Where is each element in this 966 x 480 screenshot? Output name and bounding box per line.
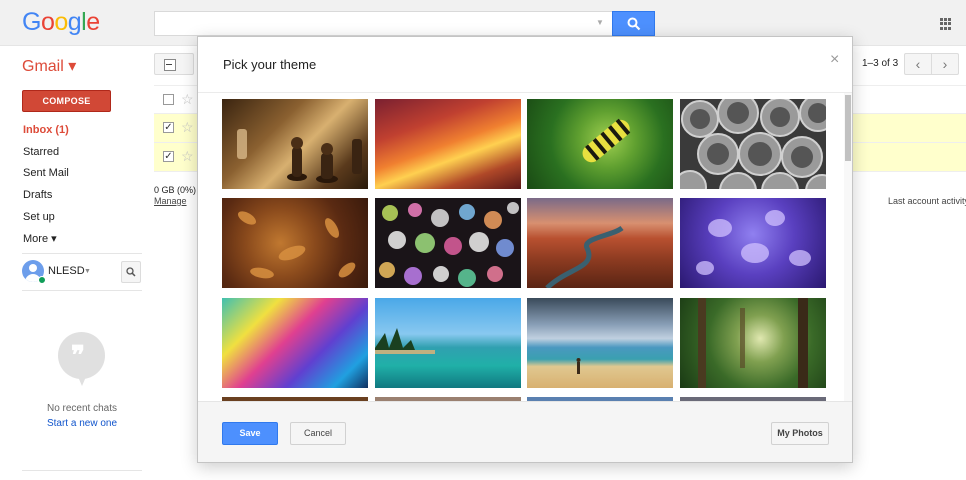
user-name[interactable]: NLESD [48,265,85,277]
star-icon[interactable]: ☆ [181,148,194,165]
theme-thumbnail-forest[interactable] [680,298,826,388]
start-new-chat-link[interactable]: Start a new one [0,418,164,429]
leaves-image [237,211,356,279]
theme-thumbnail-pipes[interactable] [680,99,826,189]
chevron-left-icon: ‹ [915,56,921,72]
divider [22,470,142,471]
logo-letter: g [67,8,82,36]
sidebar-item-set-up[interactable]: Set up [23,211,55,223]
chevron-down-icon[interactable]: ▼ [84,268,91,275]
search-button[interactable] [612,11,655,36]
lake-image [375,328,435,354]
logo-letter: o [40,8,55,36]
logo-letter: G [22,8,41,36]
manage-storage-link[interactable]: Manage [154,196,187,206]
theme-thumbnail-rainbow-ripple[interactable] [222,298,368,388]
row-checkbox[interactable]: ✓ [163,122,174,133]
search-icon [627,17,641,31]
theme-thumbnail-river-canyon[interactable] [527,198,673,288]
search-input[interactable] [154,11,612,36]
divider [22,253,142,254]
search-options-caret-icon[interactable]: ▼ [596,18,604,27]
star-icon[interactable]: ☆ [181,91,194,108]
river-canyon-image [545,225,624,288]
row-checkbox[interactable]: ✓ [163,151,174,162]
close-icon[interactable]: × [830,51,839,69]
theme-thumbnail-chess[interactable] [222,99,368,189]
jellyfish-image [696,210,811,275]
chess-pieces-image [237,129,362,183]
row-checkbox[interactable] [163,94,174,105]
last-account-activity[interactable]: Last account activity [888,196,966,206]
compose-button[interactable]: COMPOSE [22,90,111,112]
people-search-button[interactable] [121,261,141,283]
caterpillar-image [582,118,631,163]
sidebar-item-inbox[interactable]: Inbox (1) [23,124,69,136]
sidebar-item-drafts[interactable]: Drafts [23,189,52,201]
chevron-right-icon: › [942,56,948,72]
presence-status-icon [38,276,46,284]
theme-grid [198,93,852,401]
search-icon [126,267,136,277]
google-logo[interactable]: Google [22,8,100,37]
forest-image [698,298,808,388]
hangouts-icon-tail [76,372,88,386]
theme-thumbnail-beach[interactable] [527,298,673,388]
sidebar-item-sent-mail[interactable]: Sent Mail [23,167,69,179]
storage-usage: 0 GB (0%) [154,185,197,195]
theme-dialog: Pick your theme × Save Cancel My Photos [197,36,853,463]
dialog-title: Pick your theme [223,57,317,72]
theme-thumbnail-lake-tahoe[interactable] [375,298,521,388]
select-all-dropdown[interactable] [154,53,194,75]
sidebar-item-more[interactable]: More ▾ [23,232,57,245]
dialog-footer: Save Cancel My Photos [198,401,852,462]
newer-button[interactable]: ‹ [904,53,932,75]
divider [22,290,142,291]
bokeh-lights-image [379,202,519,287]
no-recent-chats-text: No recent chats [46,403,118,414]
apps-grid-icon[interactable] [940,18,952,30]
pipes-image [680,99,826,189]
theme-thumbnail-leaves[interactable] [222,198,368,288]
theme-thumbnail-bokeh[interactable] [375,198,521,288]
logo-letter: e [86,8,100,36]
pager-count: 1–3 of 3 [862,58,899,69]
beach-person-image [576,358,581,374]
gmail-app-menu[interactable]: Gmail ▾ [22,56,76,76]
older-button[interactable]: › [931,53,959,75]
save-button[interactable]: Save [222,422,278,445]
scrollbar-thumb[interactable] [845,95,851,161]
star-icon[interactable]: ☆ [181,119,194,136]
theme-thumbnail-caterpillar[interactable] [527,99,673,189]
quote-icon: ❞ [71,341,85,370]
cancel-button[interactable]: Cancel [290,422,346,445]
logo-letter: o [54,8,68,36]
theme-thumbnail-canyon[interactable] [375,99,521,189]
my-photos-button[interactable]: My Photos [771,422,829,445]
theme-thumbnail-jellyfish[interactable] [680,198,826,288]
sidebar-item-starred[interactable]: Starred [23,146,59,158]
